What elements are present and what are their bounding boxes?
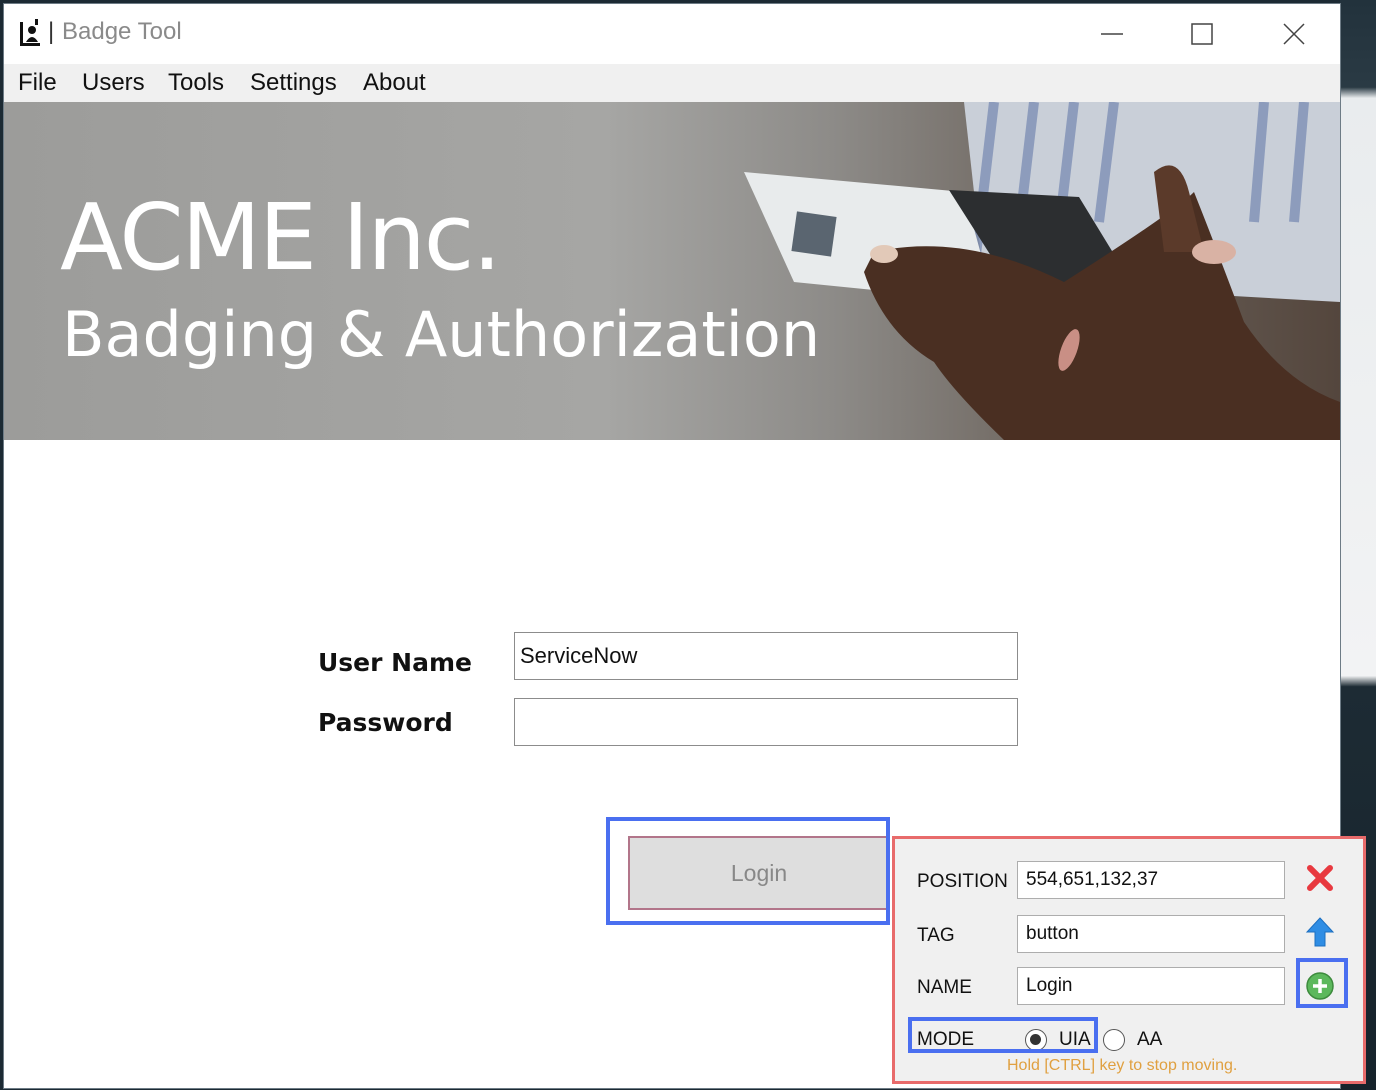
title-separator: | [48, 18, 55, 45]
menu-users[interactable]: Users [82, 69, 145, 97]
maximize-icon [1191, 23, 1213, 45]
banner-title: ACME Inc. [60, 184, 502, 291]
minimize-button[interactable] [1082, 12, 1142, 56]
hint-text: Hold [CTRL] key to stop moving. [1007, 1057, 1238, 1074]
name-field[interactable] [1017, 967, 1285, 1005]
password-input[interactable] [514, 698, 1018, 746]
menu-file[interactable]: File [18, 69, 57, 97]
username-input[interactable] [514, 632, 1018, 680]
menu-about[interactable]: About [363, 69, 426, 97]
close-icon [1283, 23, 1305, 45]
mode-uia-radio[interactable] [1025, 1029, 1047, 1051]
mode-uia-label: UIA [1059, 1029, 1091, 1050]
element-inspector-panel: POSITION TAG NAME MODE UIA AA Hold [CTRL… [892, 836, 1366, 1084]
mode-label: MODE [917, 1029, 974, 1050]
position-label: POSITION [917, 871, 1008, 892]
menu-bar: File Users Tools Settings About [4, 64, 1340, 102]
title-bar: | Badge Tool [4, 4, 1340, 64]
delete-button[interactable] [1303, 861, 1337, 895]
window-title: Badge Tool [62, 18, 182, 45]
menu-tools[interactable]: Tools [168, 69, 224, 97]
badge-user-icon [20, 19, 40, 46]
red-x-icon [1307, 865, 1333, 891]
close-button[interactable] [1264, 12, 1324, 56]
position-field[interactable] [1017, 861, 1285, 899]
username-label: User Name [318, 648, 472, 677]
banner-subtitle: Badging & Authorization [62, 298, 821, 371]
menu-settings[interactable]: Settings [250, 69, 337, 97]
maximize-button[interactable] [1172, 12, 1232, 56]
green-plus-icon [1306, 972, 1334, 1000]
mode-aa-radio[interactable] [1103, 1029, 1125, 1051]
name-label: NAME [917, 977, 972, 998]
password-label: Password [318, 708, 453, 737]
add-button[interactable] [1303, 969, 1337, 1003]
mode-aa-label: AA [1137, 1029, 1163, 1050]
blue-up-arrow-icon [1305, 917, 1335, 947]
minimize-icon [1101, 33, 1123, 35]
parent-button[interactable] [1303, 915, 1337, 949]
login-button[interactable]: Login [628, 836, 890, 910]
header-banner: ACME Inc. Badging & Authorization [4, 102, 1340, 440]
tag-field[interactable] [1017, 915, 1285, 953]
tag-label: TAG [917, 925, 955, 946]
